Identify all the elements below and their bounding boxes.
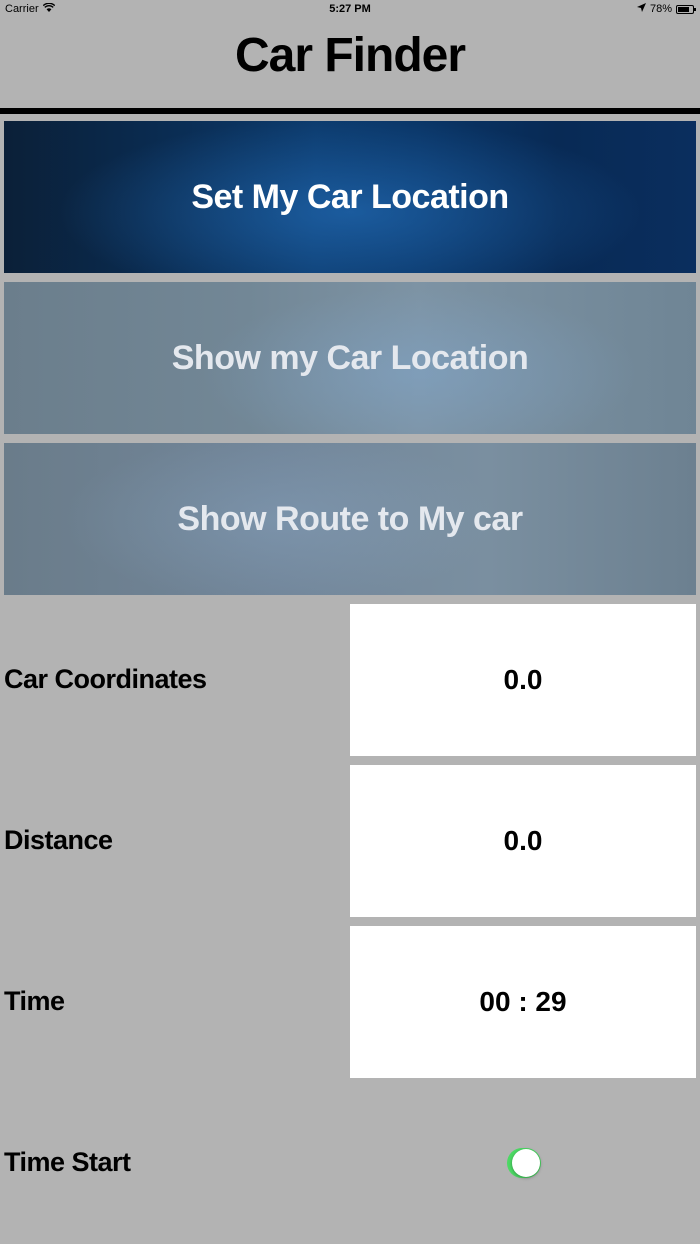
time-value: 00 : 29 xyxy=(350,926,696,1078)
battery-percent: 78% xyxy=(649,3,672,15)
car-coordinates-label: Car Coordinates xyxy=(4,664,207,694)
header-divider xyxy=(0,108,700,114)
toggle-knob xyxy=(512,1149,540,1177)
car-coordinates-text: 0.0 xyxy=(503,664,543,695)
time-start-label: Time Start xyxy=(4,1147,131,1177)
status-right: 78% xyxy=(636,3,696,15)
status-bar: Carrier 5:27 PM 78% xyxy=(0,0,700,20)
battery-fill xyxy=(678,6,689,12)
battery-icon xyxy=(676,4,696,14)
page-title: Car Finder xyxy=(234,29,466,82)
distance-value: 0.0 xyxy=(350,765,696,917)
time-label: Time xyxy=(4,986,65,1016)
location-arrow-icon xyxy=(636,3,646,15)
show-route-button[interactable]: Show Route to My car xyxy=(4,443,696,595)
distance-label: Distance xyxy=(4,825,113,855)
time-start-toggle[interactable] xyxy=(507,1148,541,1178)
show-car-location-button[interactable]: Show my Car Location xyxy=(4,282,696,434)
set-car-location-button[interactable]: Set My Car Location xyxy=(4,121,696,273)
time-text: 00 : 29 xyxy=(479,986,567,1017)
status-time: 5:27 PM xyxy=(329,3,371,15)
car-coordinates-value: 0.0 xyxy=(350,604,696,756)
distance-text: 0.0 xyxy=(503,825,543,856)
